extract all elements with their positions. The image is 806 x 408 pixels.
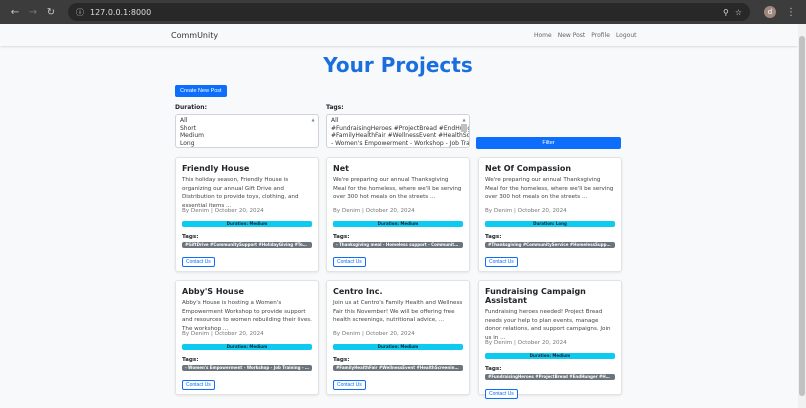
duration-label: Duration:: [175, 104, 207, 111]
card-meta: By Denim | October 20, 2024: [333, 208, 415, 214]
tags-badge: #GiftDrive #CommunitySupport #HolidayGiv…: [182, 242, 312, 248]
card-title: Net: [333, 164, 349, 173]
project-card: Net Of Compassion We're preparing our an…: [478, 157, 622, 272]
contact-us-button[interactable]: Contact Us: [182, 257, 215, 267]
card-meta: By Denim | October 20, 2024: [182, 208, 264, 214]
nav-logout[interactable]: Logout: [616, 32, 637, 39]
card-meta: By Denim | October 20, 2024: [333, 331, 415, 337]
contact-us-button[interactable]: Contact Us: [333, 380, 366, 390]
duration-badge: Duration: Medium: [333, 344, 463, 350]
tags-badge: - Women's Empowerment - Workshop - Job T…: [182, 365, 312, 371]
tags-option[interactable]: - Women's Empowerment - Workshop - Job T…: [331, 140, 469, 148]
filter-button[interactable]: Filter: [476, 137, 621, 149]
duration-badge: Duration: Medium: [485, 353, 615, 359]
page-title: Your Projects: [323, 53, 473, 77]
site-info-icon[interactable]: ⓘ: [76, 7, 84, 18]
create-new-post-button[interactable]: Create New Post: [175, 85, 227, 97]
profile-avatar[interactable]: d: [764, 6, 776, 18]
project-card: Friendly House This holiday season, Frie…: [175, 157, 319, 272]
nav-new-post[interactable]: New Post: [558, 32, 586, 39]
duration-select[interactable]: All Short Medium Long ▲▼: [175, 114, 319, 148]
tags-badge: - Thanksgiving meal - Homeless support -…: [333, 242, 463, 248]
duration-option[interactable]: All: [180, 117, 306, 125]
contact-us-button[interactable]: Contact Us: [485, 389, 518, 399]
card-title: Centro Inc.: [333, 287, 383, 296]
forward-icon[interactable]: →: [24, 7, 42, 18]
project-card: Abby'S House Abby's House is hosting a W…: [175, 280, 319, 395]
card-description: This holiday season, Friendly House is o…: [182, 177, 299, 209]
tags-option[interactable]: All: [331, 117, 457, 125]
contact-us-button[interactable]: Contact Us: [485, 257, 518, 267]
card-meta: By Denim | October 20, 2024: [182, 331, 264, 337]
duration-option[interactable]: Medium: [180, 132, 306, 140]
contact-us-button[interactable]: Contact Us: [182, 380, 215, 390]
tags-select[interactable]: All #FundraisingHeroes #ProjectBread #En…: [326, 114, 470, 148]
project-card: Net We're preparing our annual Thanksgiv…: [326, 157, 470, 272]
card-description: We're preparing our annual Thanksgiving …: [333, 177, 462, 200]
tags-badge: #FamilyHealthFair #WellnessEvent #Health…: [333, 365, 463, 371]
duration-badge: Duration: Medium: [182, 344, 312, 350]
card-meta: By Denim | October 20, 2024: [485, 208, 567, 214]
tags-heading: Tags:: [485, 234, 502, 240]
tags-heading: Tags:: [182, 234, 199, 240]
duration-option[interactable]: Short: [180, 125, 306, 133]
card-description: Fundraising heroes needed! Project Bread…: [485, 309, 611, 341]
duration-badge: Duration: Long: [485, 221, 615, 227]
site-navbar: CommUnity Home New Post Profile Logout: [0, 24, 798, 46]
nav-profile[interactable]: Profile: [591, 32, 610, 39]
card-description: Join us at Centro's Family Health and We…: [333, 300, 463, 323]
card-description: We're preparing our annual Thanksgiving …: [485, 177, 614, 200]
tags-heading: Tags:: [333, 234, 350, 240]
back-icon[interactable]: ←: [6, 7, 24, 18]
menu-kebab-icon[interactable]: ⋮: [782, 7, 800, 18]
card-description: Abby's House is hosting a Women's Empowe…: [182, 300, 312, 332]
card-title: Abby'S House: [182, 287, 244, 296]
brand-logo[interactable]: CommUnity: [171, 31, 218, 40]
project-card: Fundraising Campaign Assistant Fundraisi…: [478, 280, 622, 399]
card-title: Net Of Compassion: [485, 164, 572, 173]
address-bar[interactable]: ⓘ 127.0.0.1:8000 ⚲ ☆: [68, 3, 750, 21]
tags-heading: Tags:: [182, 357, 199, 363]
duration-badge: Duration: Medium: [333, 221, 463, 227]
bookmark-star-icon[interactable]: ☆: [735, 8, 742, 17]
nav-home[interactable]: Home: [534, 32, 552, 39]
tags-badge: #Thanksgiving #CommunityService #Homeles…: [485, 242, 615, 248]
card-meta: By Denim | October 20, 2024: [485, 340, 567, 346]
tags-badge: #FundraisingHeroes #ProjectBread #EndHun…: [485, 374, 615, 380]
duration-scrollbar[interactable]: ▲▼: [309, 116, 317, 146]
tags-scrollbar[interactable]: ▲▼: [460, 116, 468, 146]
reload-icon[interactable]: ↻: [42, 7, 60, 18]
tags-option[interactable]: #FundraisingHeroes #ProjectBread #EndHun…: [331, 125, 469, 133]
card-title: Fundraising Campaign Assistant: [485, 287, 586, 305]
tags-option[interactable]: #FamilyHealthFair #WellnessEvent #Health…: [331, 132, 469, 140]
page-scrollbar[interactable]: [798, 24, 806, 408]
card-title: Friendly House: [182, 164, 250, 173]
duration-option[interactable]: Long: [180, 140, 306, 148]
url-text: 127.0.0.1:8000: [90, 7, 152, 17]
contact-us-button[interactable]: Contact Us: [333, 257, 366, 267]
project-card: Centro Inc. Join us at Centro's Family H…: [326, 280, 470, 395]
tags-label: Tags:: [326, 104, 344, 111]
duration-badge: Duration: Medium: [182, 221, 312, 227]
browser-toolbar: ← → ↻ ⓘ 127.0.0.1:8000 ⚲ ☆ d ⋮: [0, 0, 806, 24]
tags-heading: Tags:: [333, 357, 350, 363]
tags-heading: Tags:: [485, 366, 502, 372]
zoom-icon[interactable]: ⚲: [723, 8, 729, 17]
